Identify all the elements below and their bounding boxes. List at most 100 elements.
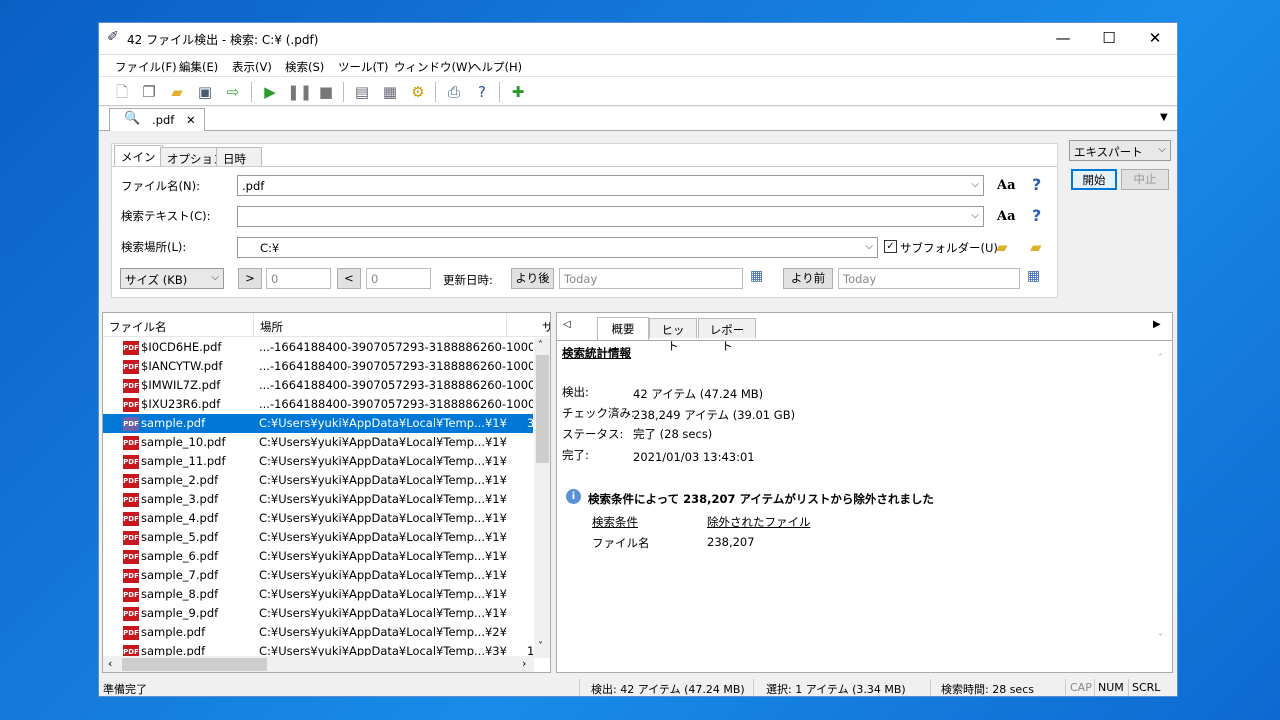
table-row[interactable]: PDF sample_4.pdf C:¥Users¥yuki¥AppData¥Loc… xyxy=(103,509,533,528)
scroll-thumb[interactable] xyxy=(122,658,267,671)
after-date-input[interactable]: Today xyxy=(559,268,743,289)
pdf-file-icon: PDF xyxy=(123,626,139,640)
after-button[interactable]: より後 xyxy=(511,268,554,289)
table-row[interactable]: PDF sample_6.pdf C:¥Users¥yuki¥AppData¥Loc… xyxy=(103,547,533,566)
folder-multi-icon[interactable]: ▰ xyxy=(1030,238,1042,256)
new-icon[interactable]: 🗋 xyxy=(111,81,133,103)
table-row[interactable]: PDF sample.pdf C:¥Users¥yuki¥AppData¥Local… xyxy=(103,623,533,642)
separator xyxy=(435,82,436,102)
maximize-button[interactable]: ☐ xyxy=(1086,23,1132,54)
view2-icon[interactable]: ▦ xyxy=(379,81,401,103)
tab-report[interactable]: レポート xyxy=(698,318,756,353)
case-sensitive-icon[interactable]: Aa xyxy=(997,209,1016,224)
table-row[interactable]: PDF sample_8.pdf C:¥Users¥yuki¥AppData¥Loc… xyxy=(103,585,533,604)
magnifier-icon: 🔍 xyxy=(124,111,141,126)
column-header-size[interactable]: サ xyxy=(542,319,550,335)
table-row[interactable]: PDF $IXU23R6.pdf ...-1664188400-3907057293… xyxy=(103,395,533,414)
tab-scroll-right-icon[interactable]: ▶ xyxy=(1153,319,1161,330)
filename-label: ファイル名(N): xyxy=(121,179,200,193)
vertical-scrollbar[interactable]: ˄ ˅ xyxy=(534,338,550,658)
summary-scrollbar[interactable]: ˄ ˅ xyxy=(1154,343,1171,658)
play-icon[interactable]: ▶ xyxy=(259,81,281,103)
status-caps-lock: CAP xyxy=(1070,681,1092,694)
table-row[interactable]: PDF sample_2.pdf C:¥Users¥yuki¥AppData¥Loc… xyxy=(103,471,533,490)
pause-icon[interactable]: ❚❚ xyxy=(287,81,312,103)
help-icon[interactable]: ? xyxy=(1032,206,1041,225)
file-name: sample_6.pdf xyxy=(141,549,219,563)
before-date-input[interactable]: Today xyxy=(838,268,1020,289)
menu-help[interactable]: ヘルプ(H) xyxy=(470,59,522,75)
stat-label: 検出: xyxy=(562,385,589,399)
filename-input[interactable]: .pdf ⌵ xyxy=(237,175,984,196)
size-unit-select[interactable]: サイズ (KB) ⌵ xyxy=(120,268,224,289)
calendar-icon[interactable]: ▦ xyxy=(750,268,763,284)
stats-heading: 検索統計情報 xyxy=(562,346,631,360)
stat-value: 42 アイテム (47.24 MB) xyxy=(633,387,764,401)
location-input[interactable]: C:¥ ⌵ xyxy=(237,237,878,258)
file-location: C:¥Users¥yuki¥AppData¥Local¥Temp...¥1¥ xyxy=(259,435,507,449)
column-header-filename[interactable]: ファイル名 xyxy=(109,319,167,335)
menu-search[interactable]: 検索(S) xyxy=(285,59,324,75)
menu-window[interactable]: ウィンドウ(W) xyxy=(394,59,472,75)
tab-summary[interactable]: 概要 xyxy=(597,317,649,340)
stop-icon[interactable]: ■ xyxy=(315,81,337,103)
table-row[interactable]: PDF sample_7.pdf C:¥Users¥yuki¥AppData¥Loc… xyxy=(103,566,533,585)
table-row[interactable]: PDF sample_5.pdf C:¥Users¥yuki¥AppData¥Loc… xyxy=(103,528,533,547)
stat-label: チェック済み: xyxy=(562,406,635,420)
greater-than-button[interactable]: > xyxy=(238,268,262,289)
tab-list-dropdown-icon[interactable]: ▼ xyxy=(1160,112,1168,123)
search-text-input[interactable]: ⌵ xyxy=(237,206,984,227)
horizontal-scrollbar[interactable]: ‹ › xyxy=(103,656,534,672)
copy-icon[interactable]: ❐ xyxy=(138,81,160,103)
file-name: sample.pdf xyxy=(141,416,206,430)
menu-tools[interactable]: ツール(T) xyxy=(338,59,389,75)
file-name: sample_5.pdf xyxy=(141,530,219,544)
export-icon[interactable]: ⇨ xyxy=(222,81,244,103)
save-icon[interactable]: ▣ xyxy=(194,81,216,103)
tab-datetime[interactable]: 日時 xyxy=(216,147,262,167)
tab-close-icon[interactable]: ✕ xyxy=(186,113,196,127)
subfolder-checkbox[interactable]: ✓ xyxy=(884,240,897,253)
tab-label: .pdf xyxy=(152,113,175,127)
document-tab[interactable]: 🔍 .pdf ✕ xyxy=(109,108,205,131)
menu-view[interactable]: 表示(V) xyxy=(232,59,272,75)
table-row[interactable]: PDF sample.pdf C:¥Users¥yuki¥AppData¥Local… xyxy=(103,414,533,433)
mode-select[interactable]: エキスパート ⌵ xyxy=(1069,140,1171,161)
stat-label: 完了: xyxy=(562,448,589,462)
table-row[interactable]: PDF $IMWIL7Z.pdf ...-1664188400-3907057293… xyxy=(103,376,533,395)
view1-icon[interactable]: ▤ xyxy=(351,81,373,103)
less-than-button[interactable]: < xyxy=(337,268,361,289)
stop-button: 中止 xyxy=(1121,169,1169,190)
print-icon[interactable]: ⎙ xyxy=(443,81,465,103)
scroll-thumb[interactable] xyxy=(536,355,549,463)
help-icon[interactable]: ? xyxy=(1032,175,1041,194)
tab-main[interactable]: メイン xyxy=(114,145,163,166)
close-button[interactable]: ✕ xyxy=(1132,23,1178,54)
calendar-icon[interactable]: ▦ xyxy=(1027,268,1040,284)
column-header-location[interactable]: 場所 xyxy=(260,319,283,335)
open-folder-icon[interactable]: ▰ xyxy=(166,81,188,103)
menu-file[interactable]: ファイル(F) xyxy=(115,59,177,75)
table-row[interactable]: PDF $IANCYTW.pdf ...-1664188400-3907057293… xyxy=(103,357,533,376)
folder-browse-icon[interactable]: ▰ xyxy=(996,238,1008,256)
file-location: ...-1664188400-3907057293-3188886260-100… xyxy=(259,397,533,411)
file-location: C:¥Users¥yuki¥AppData¥Local¥Temp...¥1¥ xyxy=(259,530,507,544)
table-row[interactable]: PDF sample_9.pdf C:¥Users¥yuki¥AppData¥Loc… xyxy=(103,604,533,623)
menu-edit[interactable]: 編集(E) xyxy=(179,59,218,75)
tools-add-icon[interactable]: ✚ xyxy=(507,81,529,103)
help-book-icon[interactable]: ? xyxy=(471,81,493,103)
tab-scroll-left-icon[interactable]: ◁ xyxy=(563,319,571,330)
case-sensitive-icon[interactable]: Aa xyxy=(997,178,1016,193)
minimize-button[interactable]: — xyxy=(1040,23,1086,54)
settings-doc-icon[interactable]: ⚙ xyxy=(407,81,429,103)
search-panel: メイン オプション 日時 ファイル名(N): .pdf ⌵ Aa ? 検索テキスト… xyxy=(111,143,1058,298)
size-min-input[interactable]: 0 xyxy=(266,268,331,289)
table-row[interactable]: PDF sample_10.pdf C:¥Users¥yuki¥AppData¥Lo… xyxy=(103,433,533,452)
table-row[interactable]: PDF $I0CD6HE.pdf ...-1664188400-3907057293… xyxy=(103,338,533,357)
before-button[interactable]: より前 xyxy=(783,268,833,289)
table-row[interactable]: PDF sample_11.pdf C:¥Users¥yuki¥AppData¥Lo… xyxy=(103,452,533,471)
tab-hits[interactable]: ヒット xyxy=(649,318,697,353)
start-button[interactable]: 開始 xyxy=(1071,169,1117,190)
table-row[interactable]: PDF sample_3.pdf C:¥Users¥yuki¥AppData¥Loc… xyxy=(103,490,533,509)
size-max-input[interactable]: 0 xyxy=(366,268,431,289)
